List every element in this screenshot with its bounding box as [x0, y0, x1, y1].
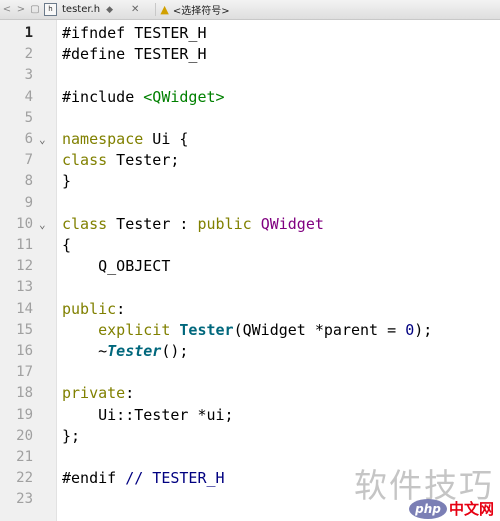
- code-line[interactable]: 2 #define TESTER_H: [0, 44, 500, 65]
- line-number: 12: [16, 258, 33, 275]
- file-tab-name[interactable]: tester.h: [62, 4, 100, 15]
- toolbar-divider: [155, 3, 157, 16]
- code-editor[interactable]: 1 #ifndef TESTER_H 2 #define TESTER_H 3 4 #inc…: [0, 20, 500, 521]
- line-number: 4: [24, 88, 33, 105]
- code-line[interactable]: 19 Ui::Tester *ui;: [0, 405, 500, 426]
- line-number: 1: [24, 25, 33, 41]
- line-number: 5: [24, 109, 33, 126]
- close-icon[interactable]: ✕: [131, 4, 139, 15]
- lock-icon[interactable]: ▢: [28, 4, 42, 15]
- code-text: class Tester : public QWidget: [62, 214, 324, 233]
- code-line[interactable]: 16 ~Tester();: [0, 341, 500, 362]
- code-line[interactable]: 6 ⌄ namespace Ui {: [0, 129, 500, 150]
- code-text: Ui::Tester *ui;: [62, 405, 234, 424]
- code-line[interactable]: 7 class Tester;: [0, 150, 500, 171]
- line-number: 16: [16, 343, 33, 359]
- line-number: 20: [16, 427, 33, 444]
- line-number: 23: [16, 491, 33, 508]
- code-text: explicit Tester(QWidget *parent = 0);: [98, 320, 433, 339]
- code-text: #ifndef TESTER_H: [62, 24, 207, 42]
- line-number: 9: [24, 194, 33, 211]
- site-logo: php 中文网: [408, 498, 494, 519]
- code-line[interactable]: 15 explicit Tester(QWidget *parent = 0);: [0, 320, 500, 341]
- code-text: #define TESTER_H: [62, 45, 207, 64]
- code-line[interactable]: 18 private:: [0, 383, 500, 404]
- forward-arrow-icon[interactable]: >: [14, 4, 28, 15]
- line-number: 8: [24, 173, 33, 190]
- code-text: namespace Ui {: [62, 130, 189, 148]
- code-text: };: [62, 426, 81, 445]
- symbol-selector[interactable]: <选择符号>: [173, 2, 230, 17]
- code-line[interactable]: 12 Q_OBJECT: [0, 256, 500, 277]
- line-number: 2: [24, 46, 33, 63]
- code-line[interactable]: 11 {: [0, 235, 500, 256]
- line-number: 22: [16, 470, 33, 487]
- code-line[interactable]: 5: [0, 108, 500, 129]
- back-arrow-icon[interactable]: <: [0, 4, 14, 15]
- code-text: #include <QWidget>: [62, 87, 225, 106]
- code-line[interactable]: 17: [0, 362, 500, 383]
- line-number: 15: [16, 321, 33, 338]
- code-text: #endif // TESTER_H: [62, 469, 225, 488]
- warning-icon: ▲: [160, 3, 169, 16]
- line-number: 11: [16, 237, 33, 253]
- header-file-icon: h: [44, 3, 57, 16]
- code-line[interactable]: 10 ⌄ class Tester : public QWidget: [0, 214, 500, 235]
- code-text: ~Tester();: [62, 342, 189, 360]
- code-text: {: [62, 236, 72, 254]
- code-line[interactable]: 9: [0, 193, 500, 214]
- code-text: class Tester;: [62, 151, 180, 170]
- editor-toolbar: < > ▢ h tester.h ◆ ✕ ▲ <选择符号>: [0, 0, 500, 20]
- code-text: }: [62, 172, 72, 191]
- code-line[interactable]: 20};: [0, 426, 500, 447]
- code-line[interactable]: 13: [0, 277, 500, 298]
- code-line[interactable]: 3: [0, 65, 500, 86]
- code-text: private:: [62, 384, 135, 403]
- line-number: 6: [24, 131, 33, 147]
- logo-text: 中文网: [448, 500, 494, 518]
- php-logo-mark: php: [408, 498, 447, 519]
- line-number: 10: [16, 215, 33, 232]
- line-number: 3: [24, 67, 33, 84]
- line-number: 19: [16, 406, 33, 423]
- line-number: 14: [16, 300, 33, 317]
- fold-chevron-icon[interactable]: ⌄: [39, 129, 46, 150]
- code-line[interactable]: 8}: [0, 171, 500, 192]
- code-line[interactable]: 1 #ifndef TESTER_H: [0, 23, 500, 44]
- code-line[interactable]: 14 public:: [0, 299, 500, 320]
- line-number: 18: [16, 385, 33, 402]
- fold-chevron-icon[interactable]: ⌄: [39, 214, 46, 235]
- code-line[interactable]: 4 #include <QWidget>: [0, 87, 500, 108]
- file-dropdown-icon[interactable]: ◆: [106, 5, 113, 15]
- line-number: 21: [16, 449, 33, 465]
- code-text: public:: [62, 299, 126, 318]
- code-text: Q_OBJECT: [62, 257, 171, 276]
- line-number: 7: [24, 152, 33, 169]
- line-number: 13: [16, 279, 33, 296]
- line-number: 17: [16, 364, 33, 381]
